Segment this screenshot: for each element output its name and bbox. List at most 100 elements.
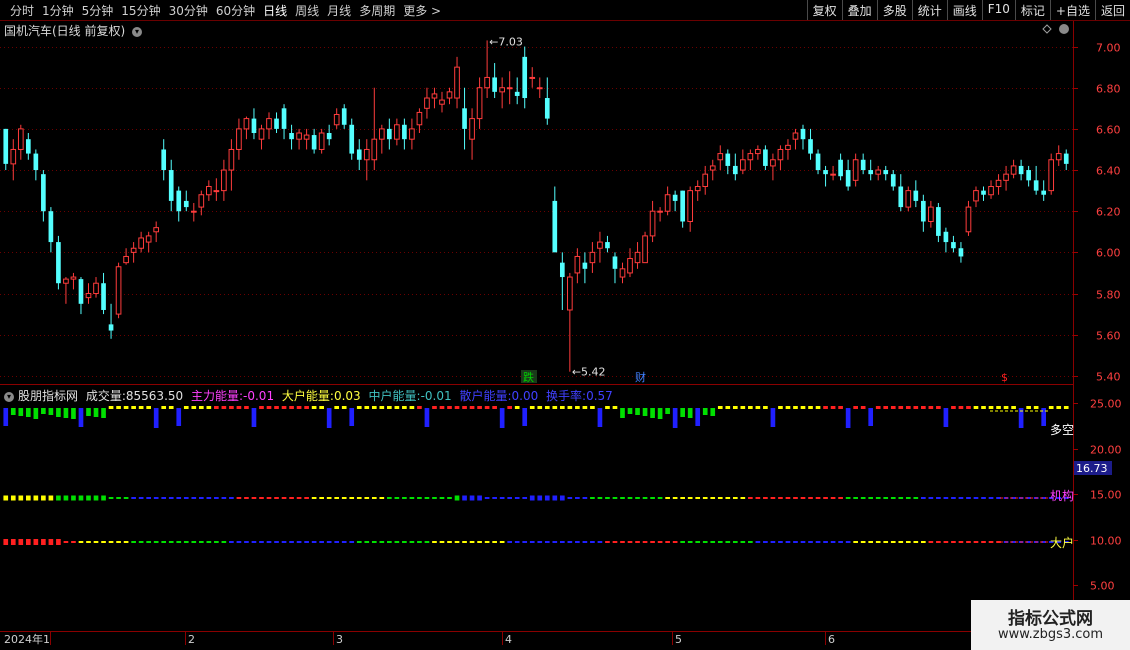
candle-body xyxy=(785,144,791,150)
candle xyxy=(1055,145,1062,166)
jigou-bar xyxy=(763,497,768,499)
candle-body xyxy=(115,266,122,315)
candle-body xyxy=(499,87,505,93)
candle xyxy=(93,277,99,298)
candle xyxy=(777,145,784,171)
dahu-bar xyxy=(259,541,264,543)
dahu-signal-row xyxy=(3,539,1069,545)
chevron-down-icon[interactable] xyxy=(1059,24,1069,34)
candle xyxy=(823,165,828,187)
candle-body xyxy=(41,174,46,212)
candle xyxy=(664,186,671,216)
duokong-bar xyxy=(417,406,422,409)
duokong-bar xyxy=(131,406,136,409)
stock-chart-canvas[interactable]: 7.00 6.80 6.60 6.40 6.20 6.00 5.80 5.60 … xyxy=(0,0,1130,650)
jigou-bar xyxy=(432,497,437,499)
duokong-bar xyxy=(755,406,761,409)
jigou-bar xyxy=(921,497,926,499)
candle xyxy=(1003,165,1009,191)
candle-body xyxy=(605,242,610,249)
jigou-bar xyxy=(462,495,467,501)
dahu-bar xyxy=(845,541,851,543)
dahu-bar xyxy=(868,541,874,543)
duokong-bar xyxy=(710,408,716,416)
candle xyxy=(619,262,626,284)
duokong-bar xyxy=(1003,406,1009,409)
jigou-bar xyxy=(966,497,971,499)
diamond-icon[interactable] xyxy=(1042,24,1052,34)
candle xyxy=(943,227,949,253)
jigou-bar xyxy=(951,497,956,499)
jigou-bar xyxy=(138,497,144,499)
jigou-bar xyxy=(853,497,858,499)
candle-body xyxy=(890,174,896,187)
jigou-bar xyxy=(402,497,407,499)
candle-body xyxy=(213,190,220,193)
candle-body xyxy=(709,165,716,171)
candle xyxy=(326,124,332,146)
dahu-bar xyxy=(356,541,362,543)
jigou-bar xyxy=(251,497,257,499)
duokong-bar xyxy=(326,408,332,428)
dahu-bar xyxy=(552,541,558,543)
dahu-bar xyxy=(349,541,355,543)
jigou-bar xyxy=(116,497,121,499)
jigou-bar xyxy=(650,497,655,499)
duokong-bar xyxy=(717,406,723,409)
dahu-bar xyxy=(966,541,971,543)
dahu-bar xyxy=(883,541,889,543)
candle-body xyxy=(101,283,106,310)
finance-marker[interactable]: 财 xyxy=(635,370,646,384)
dahu-bar xyxy=(740,541,746,543)
jigou-bar xyxy=(364,497,370,499)
duokong-bar xyxy=(3,408,9,426)
jigou-bar xyxy=(642,497,648,499)
jigou-signal-row xyxy=(3,495,1069,501)
candle xyxy=(356,139,362,171)
candle-body xyxy=(274,118,279,129)
candle xyxy=(56,235,61,290)
jigou-bar xyxy=(943,497,949,499)
candle-body xyxy=(371,138,378,161)
duokong-bar xyxy=(108,406,114,409)
duokong-bar xyxy=(10,408,16,415)
candle xyxy=(739,149,746,175)
candle-body xyxy=(687,190,694,222)
time-label-jun: 6 xyxy=(828,633,835,646)
duokong-bar xyxy=(966,406,971,409)
jigou-bar xyxy=(575,497,580,499)
dahu-bar xyxy=(913,541,919,543)
jigou-bar xyxy=(229,497,234,499)
dahu-bar xyxy=(341,541,347,543)
candle-body xyxy=(529,76,536,79)
dividend-marker[interactable]: $ xyxy=(1001,371,1008,384)
candle-body xyxy=(439,99,445,105)
candle xyxy=(108,303,114,339)
candle xyxy=(567,272,573,372)
jigou-bar xyxy=(612,497,618,499)
duokong-bar xyxy=(244,406,249,409)
dahu-bar xyxy=(905,541,911,543)
drop-marker[interactable]: 跌 xyxy=(523,370,534,384)
duokong-bar xyxy=(597,408,603,427)
candle-body xyxy=(680,190,685,222)
candle-body xyxy=(484,76,490,89)
candle-body xyxy=(672,194,678,201)
candle-body xyxy=(536,87,543,90)
dahu-bar xyxy=(274,541,279,543)
candle xyxy=(605,235,610,253)
dahu-bar xyxy=(176,541,182,543)
duokong-bar xyxy=(259,406,264,409)
jigou-bar xyxy=(311,497,317,499)
dahu-bar xyxy=(951,541,956,543)
candle-body xyxy=(958,248,964,257)
jigou-bar xyxy=(492,497,497,499)
jigou-bar xyxy=(214,497,219,499)
jigou-bar xyxy=(898,497,904,499)
dahu-bar xyxy=(183,541,189,543)
dahu-bar xyxy=(25,539,31,545)
candle-body xyxy=(567,276,573,311)
candle-body xyxy=(198,194,205,208)
dahu-bar xyxy=(657,541,663,543)
candle xyxy=(145,231,152,253)
